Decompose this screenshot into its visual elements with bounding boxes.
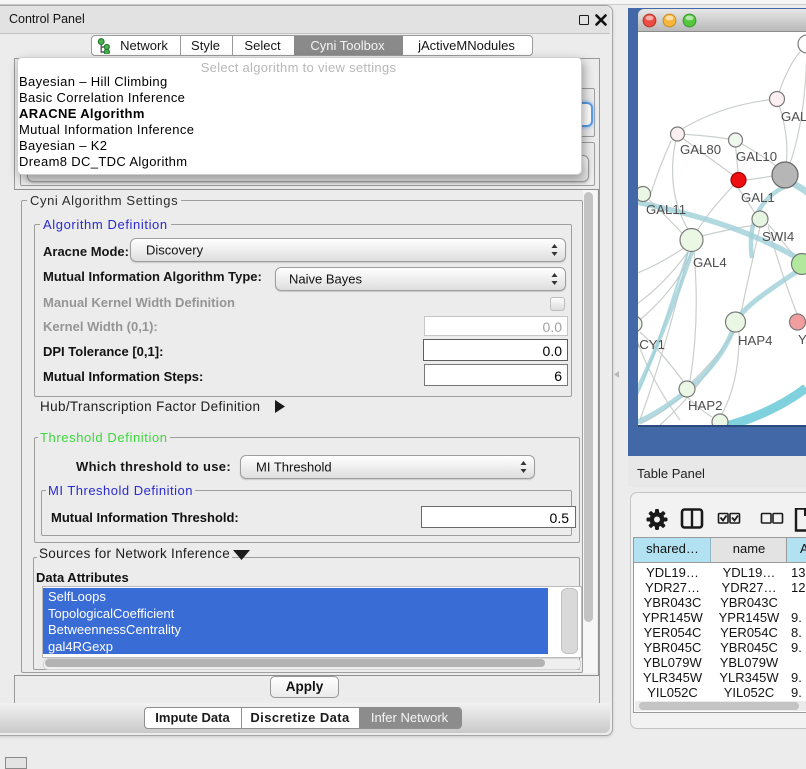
svg-text:GCY1: GCY1 bbox=[638, 337, 665, 352]
svg-text:GAL11: GAL11 bbox=[646, 202, 686, 217]
svg-text:SWI4: SWI4 bbox=[762, 229, 794, 244]
svg-text:GAL7: GAL7 bbox=[781, 109, 806, 124]
svg-text:HAP4: HAP4 bbox=[738, 333, 772, 348]
svg-text:GAL80: GAL80 bbox=[680, 142, 721, 157]
svg-text:HAP2: HAP2 bbox=[688, 398, 722, 413]
svg-text:GAL1: GAL1 bbox=[741, 190, 775, 205]
svg-text:GAL4: GAL4 bbox=[693, 255, 727, 270]
svg-text:Y: Y bbox=[798, 332, 806, 347]
svg-text:GAL10: GAL10 bbox=[736, 149, 777, 164]
